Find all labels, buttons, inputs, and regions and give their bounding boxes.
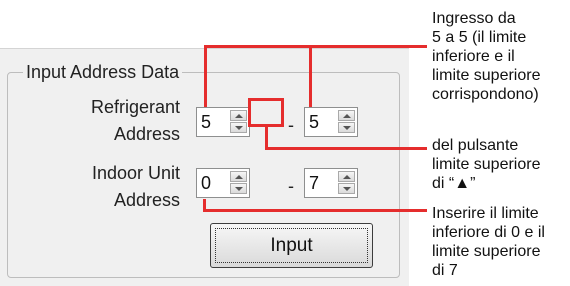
spin-down-button[interactable] [338, 122, 355, 133]
spin-up-button[interactable] [338, 171, 355, 182]
spin-up-button[interactable] [230, 171, 247, 182]
indoor-unit-from-spinbox[interactable]: 0 [196, 168, 250, 198]
triangle-up-icon [234, 174, 243, 179]
annotation-line [309, 45, 312, 107]
refrigerant-from-value: 5 [201, 112, 212, 132]
triangle-up-icon [234, 113, 243, 118]
range-separator: - [288, 115, 294, 135]
input-button[interactable]: Input [210, 223, 373, 268]
refrigerant-label-line1: Refrigerant [90, 97, 180, 117]
range-separator: - [288, 176, 294, 196]
spin-up-button[interactable] [230, 110, 247, 121]
spin-up-button[interactable] [338, 110, 355, 121]
annotation-bottom: Inserire il limite inferiore di 0 e il l… [432, 205, 545, 279]
indoor-unit-label-line1: Indoor Unit [91, 163, 180, 183]
annotation-middle: del pulsante limite superiore di “▲” [432, 137, 541, 192]
focus-rectangle [215, 228, 368, 263]
refrigerant-to-spinbox[interactable]: 5 [304, 107, 358, 137]
triangle-down-icon [234, 125, 243, 130]
indoor-unit-from-value: 0 [201, 173, 212, 193]
spin-down-button[interactable] [338, 183, 355, 194]
triangle-down-icon [342, 125, 351, 130]
indoor-unit-to-spinbox[interactable]: 7 [304, 168, 358, 198]
annotation-top: Ingresso da 5 a 5 (il limite inferiore e… [432, 10, 541, 103]
highlight-box [248, 98, 284, 127]
refrigerant-label-line2: Address [113, 124, 180, 144]
triangle-down-icon [342, 186, 351, 191]
indoor-unit-label-line2: Address [113, 190, 180, 210]
spin-down-button[interactable] [230, 122, 247, 133]
annotation-line [204, 45, 207, 107]
group-title: Input Address Data [23, 60, 183, 84]
annotation-line [203, 209, 427, 212]
annotation-line [309, 45, 427, 48]
triangle-down-icon [234, 186, 243, 191]
refrigerant-to-value: 5 [309, 112, 320, 132]
spin-down-button[interactable] [230, 183, 247, 194]
triangle-up-icon [342, 174, 351, 179]
refrigerant-from-spinbox[interactable]: 5 [196, 107, 250, 137]
annotation-line [204, 45, 312, 48]
triangle-up-icon [342, 113, 351, 118]
indoor-unit-to-value: 7 [309, 173, 320, 193]
annotation-line [265, 147, 427, 150]
